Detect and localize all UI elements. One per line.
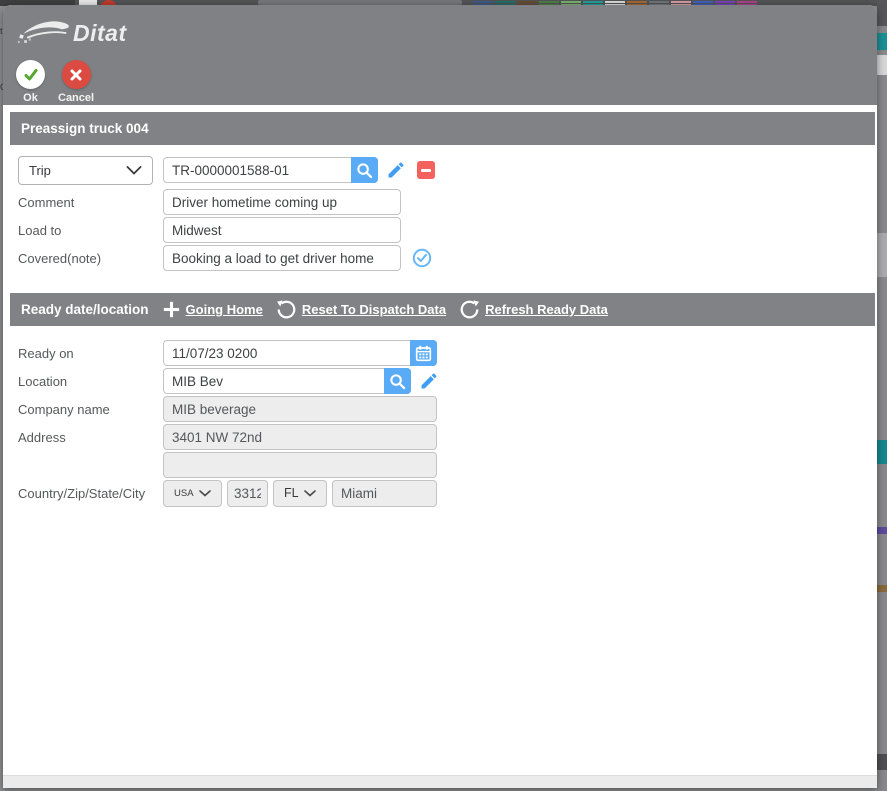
background-block — [877, 440, 887, 464]
state-value: FL — [284, 486, 299, 500]
refresh-icon — [460, 300, 479, 319]
trip-search-group — [163, 157, 378, 183]
trip-edit-button[interactable] — [386, 160, 406, 180]
dialog-content: Preassign truck 004 Trip — [3, 105, 877, 775]
reset-to-dispatch-label: Reset To Dispatch Data — [302, 302, 446, 317]
chevron-down-icon — [126, 166, 142, 175]
ready-section-title: Ready date/location — [21, 302, 149, 317]
background-block — [877, 0, 887, 26]
background-block — [877, 55, 887, 75]
ok-button-label: Ok — [23, 92, 38, 104]
country-value: USA — [174, 488, 194, 499]
calendar-icon — [415, 345, 432, 362]
location-row: Location — [18, 367, 877, 395]
refresh-ready-label: Refresh Ready Data — [485, 302, 608, 317]
minus-icon — [421, 169, 431, 172]
dialog-footer — [3, 775, 877, 788]
comment-row: Comment — [18, 188, 877, 216]
preassign-section-title: Preassign truck 004 — [21, 121, 149, 136]
going-home-link[interactable]: Going Home — [163, 301, 263, 318]
covered-note-row: Covered(note) — [18, 244, 877, 272]
background-block — [877, 33, 887, 50]
reference-type-value: Trip — [29, 163, 51, 178]
country-zip-state-city-row: Country/Zip/State/City USA FL — [18, 479, 877, 507]
comment-label: Comment — [18, 195, 163, 210]
background-block — [877, 585, 887, 592]
company-name-row: Company name — [18, 395, 877, 423]
circle-check-icon — [412, 248, 432, 268]
cancel-x-icon — [62, 60, 91, 89]
location-label: Location — [18, 374, 163, 389]
comment-input[interactable] — [163, 189, 401, 215]
background-block — [877, 233, 887, 277]
ok-check-icon — [16, 60, 45, 89]
preassign-section-header: Preassign truck 004 — [10, 112, 875, 145]
dialog-header: Ditat Ok Cancel — [3, 5, 877, 105]
country-select[interactable]: USA — [163, 480, 222, 507]
address-label: Address — [18, 430, 163, 445]
ditat-swoosh-icon — [17, 16, 71, 50]
ready-on-row: Ready on — [18, 339, 877, 367]
zip-input — [227, 480, 268, 507]
search-icon — [389, 373, 406, 390]
city-input — [332, 480, 437, 507]
ready-on-calendar-button[interactable] — [410, 340, 437, 366]
going-home-label: Going Home — [186, 302, 263, 317]
background-block — [877, 527, 887, 534]
covered-note-label: Covered(note) — [18, 251, 163, 266]
preassign-dialog: Ditat Ok Cancel Preassign truck 004 — [3, 5, 877, 788]
search-icon — [356, 162, 373, 179]
address-line1-input — [163, 424, 437, 450]
load-to-row: Load to — [18, 216, 877, 244]
ready-on-group — [163, 340, 437, 366]
pencil-icon — [386, 160, 406, 180]
load-to-label: Load to — [18, 223, 163, 238]
cancel-button-label: Cancel — [58, 92, 94, 104]
remove-trip-button[interactable] — [417, 161, 435, 179]
load-to-input[interactable] — [163, 217, 401, 243]
location-edit-button[interactable] — [419, 371, 439, 391]
location-input[interactable] — [163, 368, 411, 394]
logo-wordmark: Ditat — [73, 20, 127, 47]
ditat-logo: Ditat — [3, 5, 877, 50]
ready-section-header: Ready date/location Going Home Reset To … — [10, 293, 875, 326]
chevron-down-icon — [199, 490, 211, 497]
reset-to-dispatch-link[interactable]: Reset To Dispatch Data — [277, 300, 446, 319]
ready-form: Ready on — [3, 339, 877, 507]
company-name-input — [163, 396, 437, 422]
preassign-form: Trip Comment — [3, 155, 877, 272]
czsc-controls: USA FL — [163, 480, 437, 507]
trip-number-input[interactable] — [163, 157, 378, 183]
location-search-button[interactable] — [384, 368, 411, 394]
covered-toggle[interactable] — [412, 248, 432, 268]
reference-row: Trip — [18, 155, 877, 185]
pencil-icon — [419, 371, 439, 391]
ready-on-label: Ready on — [18, 346, 163, 361]
ok-button[interactable]: Ok — [16, 60, 45, 104]
chevron-down-icon — [304, 490, 316, 497]
address-row: Address — [18, 423, 877, 451]
refresh-ready-link[interactable]: Refresh Ready Data — [460, 300, 608, 319]
company-name-label: Company name — [18, 402, 163, 417]
address-line2-input — [163, 452, 437, 478]
covered-note-input[interactable] — [163, 245, 401, 271]
address-line2-row — [18, 451, 877, 479]
dialog-actions: Ok Cancel — [16, 60, 877, 104]
trip-search-button[interactable] — [351, 157, 378, 183]
background-block — [877, 754, 887, 770]
reference-type-select[interactable]: Trip — [18, 156, 153, 185]
ready-on-input[interactable] — [163, 340, 437, 366]
undo-icon — [277, 300, 296, 319]
state-select[interactable]: FL — [273, 480, 327, 507]
plus-icon — [163, 301, 180, 318]
location-search-group — [163, 368, 411, 394]
cancel-button[interactable]: Cancel — [58, 60, 94, 104]
czsc-label: Country/Zip/State/City — [18, 486, 163, 501]
background-app-right-strip — [877, 0, 887, 791]
